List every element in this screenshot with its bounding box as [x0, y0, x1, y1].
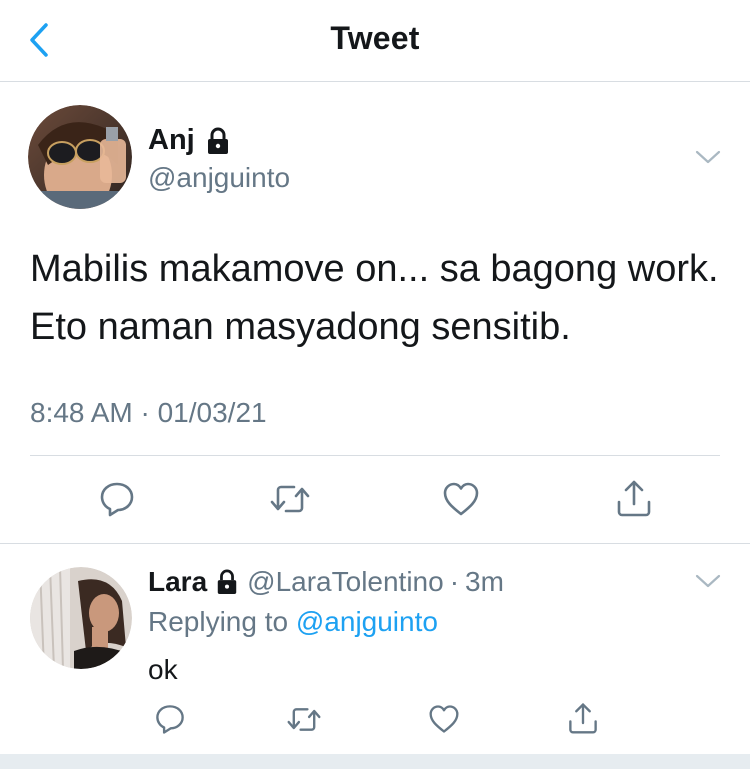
replying-to-link[interactable]: @anjguinto [296, 606, 438, 637]
page-title: Tweet [330, 20, 420, 56]
tweet-detail-screen: Tweet Anj @anjguinto Mabilis makamove on… [0, 0, 750, 769]
retweet-icon [270, 485, 310, 513]
reply-text: ok [148, 654, 178, 685]
reply-like-button[interactable] [428, 704, 460, 734]
retweet-icon [287, 708, 321, 731]
share-icon [569, 703, 597, 734]
reply-reply-button[interactable] [154, 703, 186, 735]
reply-age: 3m [465, 566, 504, 597]
reply-author-avatar[interactable] [30, 567, 132, 669]
retweet-button[interactable] [270, 482, 310, 516]
reply-button[interactable] [98, 480, 136, 518]
section-divider [0, 543, 750, 544]
tweet-more-button[interactable] [694, 148, 722, 166]
reply-author-handle[interactable]: @LaraTolentino [247, 566, 444, 598]
comment-icon [156, 705, 184, 734]
share-icon [617, 480, 651, 517]
bottom-separator [0, 754, 750, 769]
reply-retweet-button[interactable] [287, 705, 321, 734]
comment-icon [100, 482, 134, 517]
heart-icon [443, 482, 479, 516]
share-button[interactable] [615, 478, 653, 518]
like-button[interactable] [442, 481, 480, 517]
lock-icon [207, 127, 228, 154]
tweet-timestamp[interactable]: 8:48 AM · 01/03/21 [30, 397, 267, 429]
chevron-down-icon [695, 150, 721, 164]
reply-share-button[interactable] [567, 701, 599, 735]
author-avatar[interactable] [28, 105, 132, 209]
top-nav-bar: Tweet [0, 0, 750, 82]
heart-icon [429, 705, 459, 733]
author-handle[interactable]: @anjguinto [148, 162, 290, 194]
lock-icon [217, 569, 237, 594]
author-name[interactable]: Anj [148, 124, 195, 157]
reply-header: Lara @LaraTolentino · 3m [148, 566, 504, 598]
author-name-row: Anj [148, 124, 231, 157]
chevron-down-icon [695, 574, 721, 588]
divider [30, 455, 720, 456]
replying-to-label: Replying to [148, 606, 296, 637]
replying-to: Replying to @anjguinto [148, 606, 438, 638]
meta-separator: · [449, 566, 460, 597]
tweet-text: Mabilis makamove on... sa bagong work. E… [30, 248, 719, 348]
reply-more-button[interactable] [694, 572, 722, 590]
reply-author-name[interactable]: Lara [148, 566, 207, 598]
